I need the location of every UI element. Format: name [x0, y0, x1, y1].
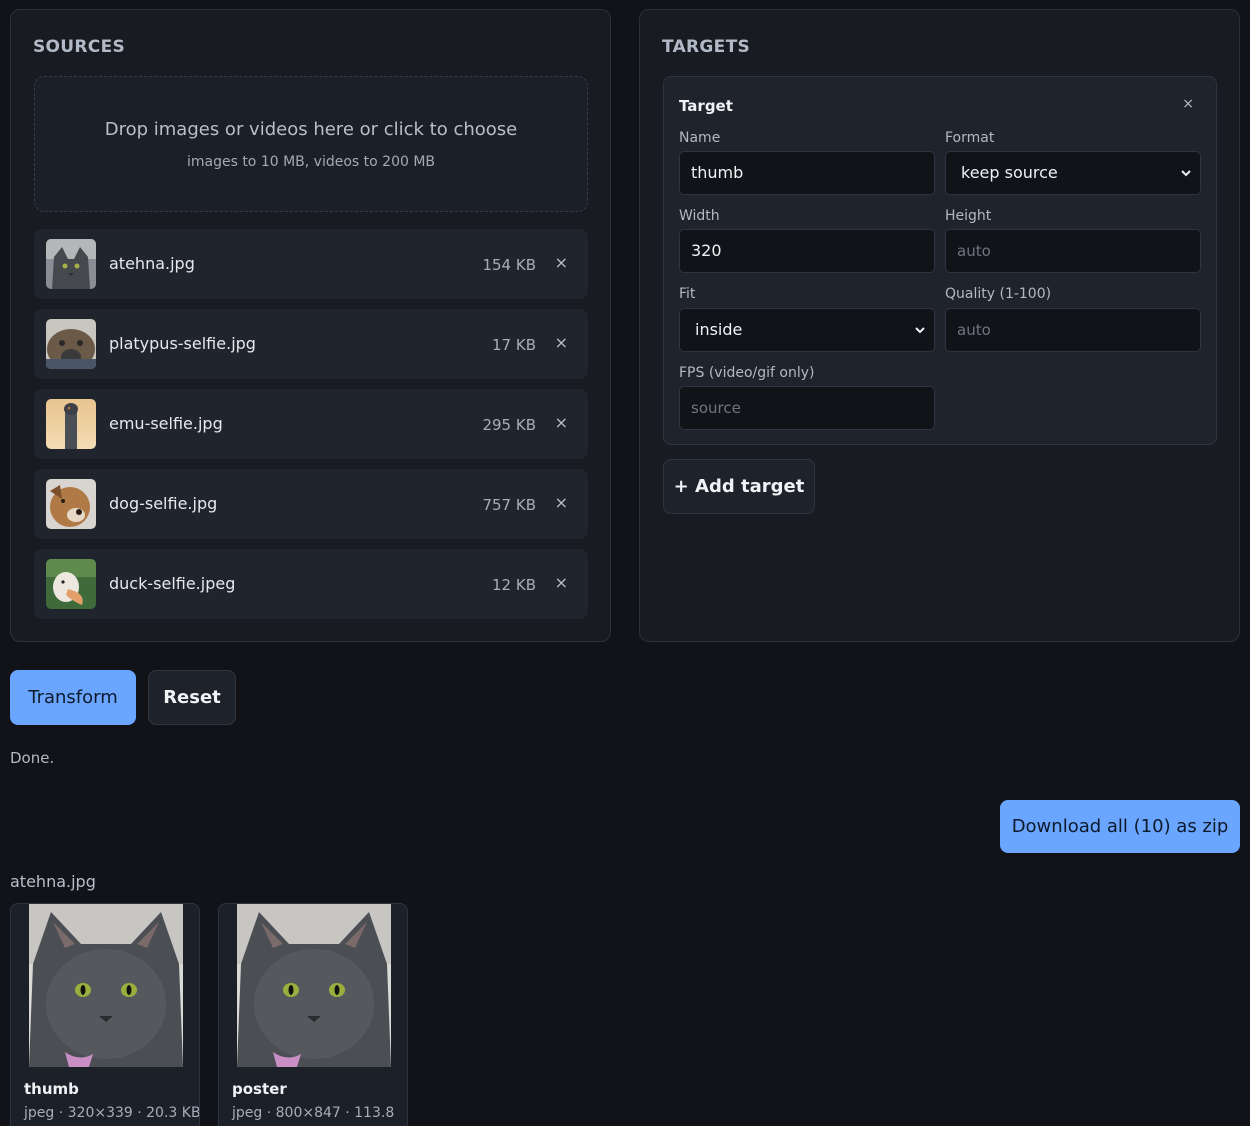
remove-file-button[interactable]: ×: [555, 413, 568, 432]
dropzone-main-text: Drop images or videos here or click to c…: [104, 119, 518, 140]
transform-button[interactable]: Transform: [10, 670, 136, 725]
source-file-size: 12 KB: [492, 576, 536, 594]
result-name: poster: [232, 1080, 287, 1098]
fps-label: FPS (video/gif only): [679, 365, 815, 381]
height-label: Height: [945, 208, 992, 224]
name-input[interactable]: thumb: [679, 151, 935, 195]
format-select-value: keep source: [961, 163, 1058, 182]
source-file-name: platypus-selfie.jpg: [109, 334, 256, 353]
platypus-thumbnail: [46, 319, 96, 369]
result-name: thumb: [24, 1080, 79, 1098]
fps-input[interactable]: source: [679, 386, 935, 430]
result-preview-image: [29, 904, 183, 1067]
targets-panel: TARGETS Target × Name thumb Format keep …: [639, 9, 1240, 642]
source-file-item: platypus-selfie.jpg 17 KB ×: [34, 309, 588, 379]
reset-button[interactable]: Reset: [148, 670, 236, 725]
result-meta: jpeg · 800×847 · 113.8: [232, 1105, 395, 1121]
source-file-size: 295 KB: [482, 416, 536, 434]
source-file-item: duck-selfie.jpeg 12 KB ×: [34, 549, 588, 619]
result-card[interactable]: thumb jpeg · 320×339 · 20.3 KB: [10, 903, 200, 1126]
chevron-down-icon: [1181, 170, 1191, 177]
result-preview-image: [237, 904, 391, 1067]
result-card[interactable]: poster jpeg · 800×847 · 113.8: [218, 903, 408, 1126]
quality-input[interactable]: auto: [945, 308, 1201, 352]
source-file-name: atehna.jpg: [109, 254, 195, 273]
source-file-name: emu-selfie.jpg: [109, 414, 223, 433]
target-card-title: Target: [679, 97, 733, 115]
add-target-button[interactable]: + Add target: [663, 459, 815, 514]
source-file-name: dog-selfie.jpg: [109, 494, 218, 513]
cat-thumbnail: [46, 239, 96, 289]
remove-file-button[interactable]: ×: [555, 573, 568, 592]
sources-panel: SOURCES Drop images or videos here or cl…: [10, 9, 611, 642]
sources-title: SOURCES: [33, 37, 126, 57]
source-file-name: duck-selfie.jpeg: [109, 574, 236, 593]
download-zip-button[interactable]: Download all (10) as zip: [1000, 800, 1240, 853]
chevron-down-icon: [915, 327, 925, 334]
source-file-size: 154 KB: [482, 256, 536, 274]
emu-thumbnail: [46, 399, 96, 449]
remove-file-button[interactable]: ×: [555, 333, 568, 352]
result-group-title: atehna.jpg: [10, 872, 96, 891]
remove-file-button[interactable]: ×: [555, 253, 568, 272]
source-file-item: emu-selfie.jpg 295 KB ×: [34, 389, 588, 459]
width-input[interactable]: 320: [679, 229, 935, 273]
status-text: Done.: [10, 749, 55, 767]
dropzone[interactable]: Drop images or videos here or click to c…: [34, 76, 588, 212]
remove-file-button[interactable]: ×: [555, 493, 568, 512]
target-card: Target × Name thumb Format keep source W…: [663, 76, 1217, 445]
duck-thumbnail: [46, 559, 96, 609]
result-meta: jpeg · 320×339 · 20.3 KB: [24, 1105, 200, 1121]
source-file-size: 17 KB: [492, 336, 536, 354]
source-file-item: atehna.jpg 154 KB ×: [34, 229, 588, 299]
fit-select-value: inside: [695, 320, 743, 339]
close-target-button[interactable]: ×: [1182, 96, 1194, 112]
targets-title: TARGETS: [662, 37, 751, 57]
source-file-item: dog-selfie.jpg 757 KB ×: [34, 469, 588, 539]
quality-label: Quality (1-100): [945, 286, 1052, 302]
height-input[interactable]: auto: [945, 229, 1201, 273]
name-label: Name: [679, 130, 721, 146]
source-file-size: 757 KB: [482, 496, 536, 514]
fit-select[interactable]: inside: [679, 308, 935, 352]
format-select[interactable]: keep source: [945, 151, 1201, 195]
dropzone-sub-text: images to 10 MB, videos to 200 MB: [186, 154, 436, 170]
width-label: Width: [679, 208, 720, 224]
dog-thumbnail: [46, 479, 96, 529]
format-label: Format: [945, 130, 995, 146]
fit-label: Fit: [679, 286, 696, 302]
